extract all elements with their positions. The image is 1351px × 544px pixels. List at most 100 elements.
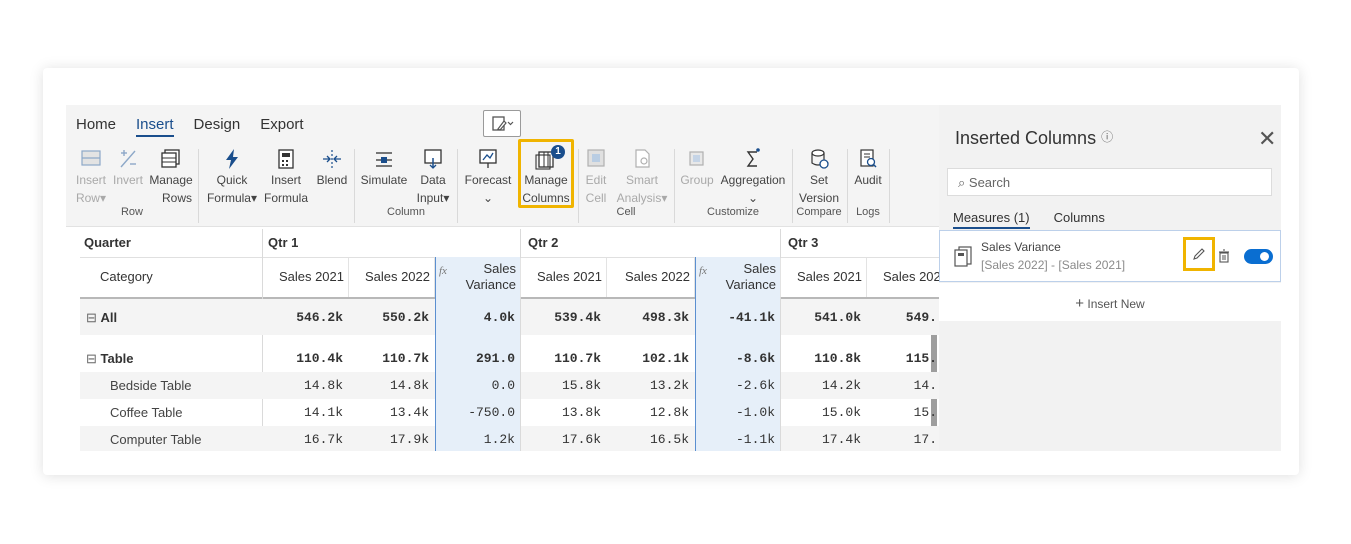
data-cell[interactable]: 549. [867,310,937,325]
simulate-button[interactable]: Simulate [359,147,409,189]
audit-button[interactable]: Audit [851,147,885,189]
trash-icon[interactable] [1218,249,1230,263]
fx-icon: fx [439,265,447,277]
close-icon[interactable]: ✕ [1258,128,1276,150]
data-cell[interactable]: 539.4k [521,310,601,325]
data-cell[interactable]: 14. [867,378,937,393]
data-cell[interactable]: 12.8k [607,405,689,420]
tab-columns[interactable]: Columns [1054,210,1105,229]
data-cell[interactable]: -1.1k [695,432,775,447]
sales-variance-column-header[interactable]: fx Sales Variance [695,258,781,297]
data-cell[interactable]: 110.4k [263,351,343,366]
data-cell[interactable]: 110.7k [349,351,429,366]
sales-variance-column-header[interactable]: fx Sales Variance [435,258,521,297]
data-cell[interactable]: 14.2k [781,378,861,393]
group-button[interactable]: Group [679,147,715,189]
row-label[interactable]: Bedside Table [110,378,191,393]
tab-design[interactable]: Design [194,116,241,137]
data-cell[interactable]: 15.0k [781,405,861,420]
data-cell[interactable]: 15.8k [521,378,601,393]
data-cell[interactable]: 1.2k [435,432,515,447]
data-cell[interactable]: 16.5k [607,432,689,447]
search-input[interactable]: ⌕ Search [947,168,1272,196]
data-cell[interactable]: 541.0k [781,310,861,325]
inserted-columns-panel: Inserted Columns ⓘ ✕ ⌕ Search Measures (… [939,105,1281,451]
row-label[interactable]: ⊟ Table [86,351,134,367]
collapse-icon[interactable]: ⊟ [86,310,101,325]
data-cell[interactable]: 17.4k [781,432,861,447]
data-cell[interactable]: -2.6k [695,378,775,393]
data-cell[interactable]: 13.4k [349,405,429,420]
invert-button[interactable]: Invert [111,147,145,189]
column-header[interactable]: Sales 2022 [867,258,939,297]
data-cell[interactable]: 110.7k [521,351,601,366]
data-cell[interactable]: 17.6k [521,432,601,447]
edit-cell-button[interactable]: Edit Cell [582,147,610,207]
sigma-icon [746,148,760,167]
column-header[interactable]: Sales 2022 [607,258,695,297]
data-cell[interactable]: 16.7k [263,432,343,447]
enable-toggle[interactable] [1244,249,1273,264]
table-view: Home Insert Design Export Insert Row▾ Inv… [66,105,939,451]
tab-measures[interactable]: Measures (1) [953,210,1030,229]
data-cell[interactable]: 17.9k [349,432,429,447]
column-header[interactable]: Sales 2022 [349,258,435,297]
set-version-button[interactable]: Set Version [796,147,842,207]
insert-row-button[interactable]: Insert Row▾ [74,147,108,207]
pencil-icon [1193,248,1205,260]
column-header[interactable]: Sales 2021 [521,258,607,297]
measure-item[interactable]: Sales Variance [Sales 2022] - [Sales 202… [939,230,1281,282]
data-cell[interactable]: 115. [867,351,937,366]
aggregation-button[interactable]: Aggregation ⌄ [718,147,788,207]
data-cell[interactable]: 14.8k [263,378,343,393]
row-label[interactable]: Coffee Table [110,405,183,420]
blend-icon [323,150,341,168]
data-cell[interactable]: 498.3k [607,310,689,325]
data-cell[interactable]: 0.0 [435,378,515,393]
data-cell[interactable]: -8.6k [695,351,775,366]
data-cell[interactable]: 15. [867,405,937,420]
data-cell[interactable]: 13.8k [521,405,601,420]
forecast-button[interactable]: Forecast ⌄ [462,147,514,207]
qtr2-header[interactable]: Qtr 2 [528,235,558,250]
qtr1-header[interactable]: Qtr 1 [268,235,298,250]
tab-export[interactable]: Export [260,116,303,137]
info-icon[interactable]: ⓘ [1101,130,1113,144]
data-cell[interactable]: 110.8k [781,351,861,366]
data-cell[interactable]: 14.1k [263,405,343,420]
data-cell[interactable]: 13.2k [607,378,689,393]
collapse-icon[interactable]: ⊟ [86,351,101,366]
ribbon-separator [792,149,793,223]
data-cell[interactable]: -1.0k [695,405,775,420]
manage-rows-button[interactable]: Manage Rows [148,147,194,207]
measure-formula: [Sales 2022] - [Sales 2021] [981,258,1126,272]
data-cell[interactable]: 4.0k [435,310,515,325]
row-label[interactable]: ⊟ All [86,310,117,326]
data-cell[interactable]: 546.2k [263,310,343,325]
edit-button[interactable] [1183,237,1215,271]
tab-insert[interactable]: Insert [136,116,174,137]
quick-formula-button[interactable]: Quick Formula▾ [204,147,260,207]
tab-home[interactable]: Home [76,116,116,137]
data-input-button[interactable]: Data Input▾ [413,147,453,207]
data-cell[interactable]: 291.0 [435,351,515,366]
column-header[interactable]: Sales 2021 [263,258,349,297]
quarter-header[interactable]: Quarter [84,235,131,250]
set-version-icon [811,149,829,169]
category-header[interactable]: Category [100,269,153,284]
edit-mode-button[interactable] [483,110,521,137]
insert-new-button[interactable]: + Insert New [939,283,1281,321]
insert-formula-button[interactable]: Insert Formula [264,147,308,207]
data-cell[interactable]: -41.1k [695,310,775,325]
row-label[interactable]: Computer Table [110,432,202,447]
data-cell[interactable]: 17. [867,432,937,447]
qtr3-header[interactable]: Qtr 3 [788,235,818,250]
data-cell[interactable]: 550.2k [349,310,429,325]
data-cell[interactable]: 102.1k [607,351,689,366]
column-header[interactable]: Sales 2021 [781,258,867,297]
blend-button[interactable]: Blend [314,147,350,189]
insert-row-icon [81,150,101,166]
smart-analysis-button[interactable]: Smart Analysis▾ [614,147,670,207]
data-cell[interactable]: 14.8k [349,378,429,393]
data-cell[interactable]: -750.0 [435,405,515,420]
